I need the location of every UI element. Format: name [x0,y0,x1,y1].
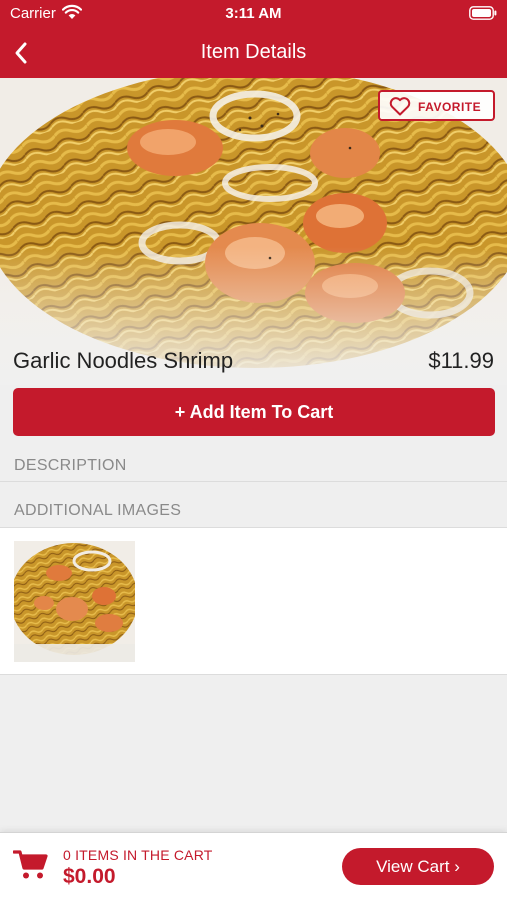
item-name: Garlic Noodles Shrimp [13,348,234,373]
page-title: Item Details [200,41,307,63]
additional-images-header: ADDITIONAL IMAGES [14,502,182,519]
plus-icon: + [174,402,186,422]
shopping-cart-icon[interactable] [12,849,49,886]
additional-images-list [0,527,507,675]
add-to-cart-button[interactable]: + Add Item To Cart [13,388,495,436]
item-hero-image: FAVORITE [0,78,507,385]
description-header: DESCRIPTION [14,457,127,474]
heart-icon [389,97,411,121]
item-price: $11.99 [428,348,494,373]
favorite-button[interactable]: FAVORITE [378,90,495,121]
view-cart-button[interactable]: View Cart › [342,848,494,885]
cart-total: $0.00 [63,865,116,888]
section-divider [0,481,507,482]
cart-summary-bar: 0 ITEMS IN THE CART $0.00 View Cart › [0,832,507,900]
add-to-cart-label: Add Item To Cart [189,402,334,422]
view-cart-label: View Cart › [376,857,460,876]
clock: 3:11 AM [225,5,282,22]
battery-icon [469,6,497,25]
navigation-bar: Item Details [0,28,507,78]
status-bar: Carrier 3:11 AM [0,0,507,28]
cart-item-count: 0 ITEMS IN THE CART [63,847,213,863]
garlic-noodles-shrimp-photo [0,78,507,385]
favorite-label: FAVORITE [418,100,482,114]
additional-image-thumbnail[interactable] [14,541,135,662]
